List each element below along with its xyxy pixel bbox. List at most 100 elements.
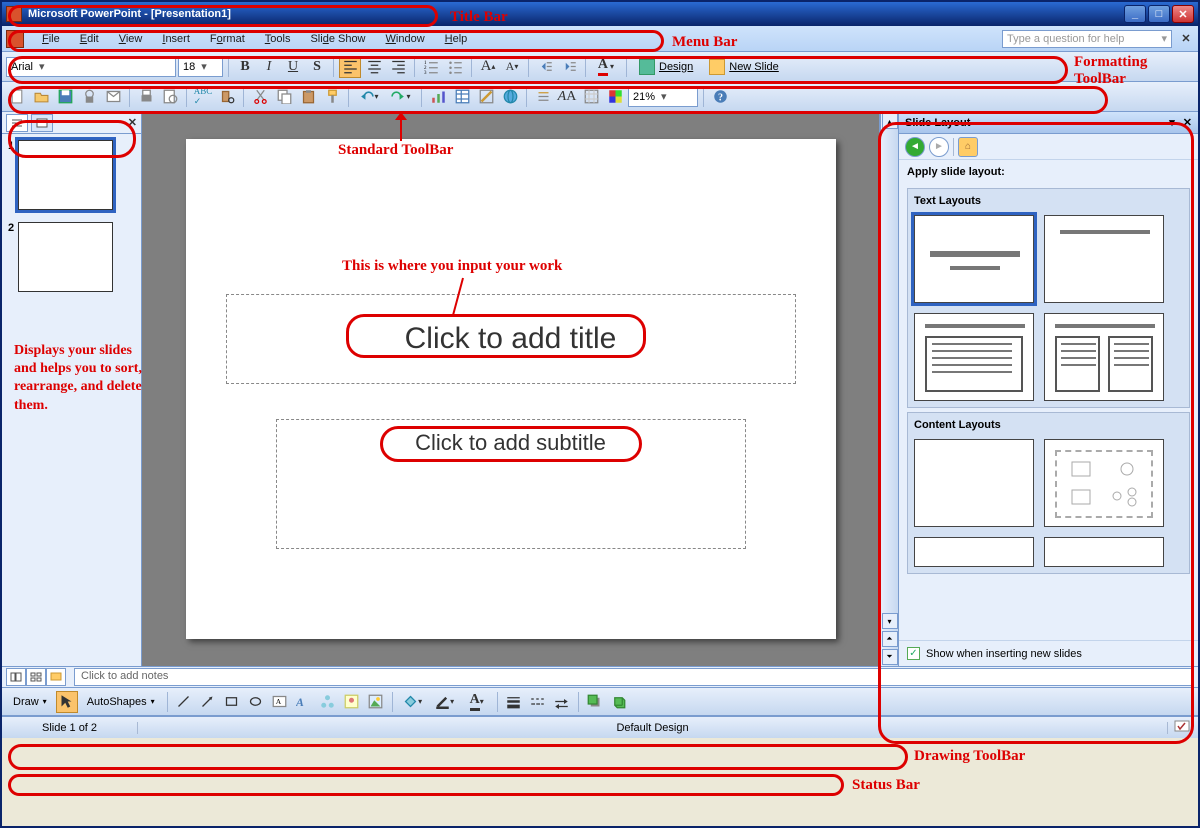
expand-all-button[interactable] (532, 86, 554, 108)
select-objects-button[interactable] (56, 691, 78, 713)
color-button[interactable] (604, 86, 626, 108)
research-button[interactable] (216, 86, 238, 108)
font-combo[interactable]: Arial ▾ (6, 57, 176, 77)
align-center-button[interactable] (363, 56, 385, 78)
menu-window[interactable]: Window (376, 31, 435, 47)
underline-button[interactable]: U (282, 56, 304, 78)
font-size-combo[interactable]: 18 ▾ (178, 57, 223, 77)
undo-button[interactable]: ▾ (354, 86, 384, 108)
slide-thumbnail[interactable]: 1 (2, 134, 141, 216)
dash-style-button[interactable] (527, 691, 549, 713)
wordart-tool[interactable]: A (293, 691, 315, 713)
menu-insert[interactable]: Insert (152, 31, 200, 47)
clipart-tool[interactable] (341, 691, 363, 713)
permission-button[interactable] (78, 86, 100, 108)
increase-font-button[interactable]: A▴ (477, 56, 499, 78)
subtitle-placeholder[interactable]: Click to add subtitle (276, 419, 746, 549)
menu-view[interactable]: View (109, 31, 153, 47)
line-tool[interactable] (173, 691, 195, 713)
tables-borders-button[interactable] (475, 86, 497, 108)
notes-input[interactable]: Click to add notes (74, 668, 1194, 686)
scroll-down-button[interactable]: ▾ (882, 613, 898, 629)
font-color-button[interactable]: A▾ (591, 56, 621, 78)
menu-slideshow[interactable]: Slide Show (300, 31, 375, 47)
show-grid-button[interactable] (580, 86, 602, 108)
paste-button[interactable] (297, 86, 319, 108)
menu-help[interactable]: Help (435, 31, 478, 47)
line-color-button[interactable]: ▾ (430, 691, 460, 713)
scroll-up-button[interactable]: ▴ (882, 113, 898, 129)
textbox-tool[interactable]: A (269, 691, 291, 713)
email-button[interactable] (102, 86, 124, 108)
arrow-style-button[interactable] (551, 691, 573, 713)
3d-style-button[interactable] (608, 691, 630, 713)
print-button[interactable] (135, 86, 157, 108)
close-button[interactable]: ✕ (1172, 5, 1194, 23)
back-button[interactable]: ◄ (905, 137, 925, 157)
draw-menu[interactable]: Draw▾ (6, 691, 54, 713)
help-button[interactable]: ? (709, 86, 731, 108)
layout-content[interactable] (1044, 439, 1164, 527)
autoshapes-menu[interactable]: AutoShapes▾ (80, 691, 162, 713)
layout-title-only[interactable] (1044, 215, 1164, 303)
decrease-indent-button[interactable] (534, 56, 556, 78)
forward-button[interactable]: ► (929, 137, 949, 157)
save-button[interactable] (54, 86, 76, 108)
help-search-box[interactable]: Type a question for help ▾ (1002, 30, 1172, 48)
taskpane-menu-button[interactable]: ▾ (1169, 116, 1175, 129)
picture-tool[interactable] (365, 691, 387, 713)
cut-button[interactable] (249, 86, 271, 108)
font-color-drawing-button[interactable]: A▾ (462, 691, 492, 713)
prev-slide-button[interactable]: ⏶ (882, 631, 898, 647)
spelling-button[interactable]: ABC✓ (192, 86, 214, 108)
menu-tools[interactable]: Tools (255, 31, 301, 47)
slides-tab[interactable] (31, 114, 53, 132)
new-slide-button[interactable]: New Slide (702, 56, 786, 78)
copy-button[interactable] (273, 86, 295, 108)
slideshow-view-button[interactable] (46, 668, 66, 686)
sorter-view-button[interactable] (26, 668, 46, 686)
layout-title-text[interactable] (914, 313, 1034, 401)
diagram-tool[interactable] (317, 691, 339, 713)
show-when-inserting-checkbox[interactable]: ✓ Show when inserting new slides (899, 640, 1198, 666)
fill-color-button[interactable]: ▾ (398, 691, 428, 713)
menu-file[interactable]: File (32, 31, 70, 47)
home-button[interactable]: ⌂ (958, 137, 978, 157)
rectangle-tool[interactable] (221, 691, 243, 713)
align-left-button[interactable] (339, 56, 361, 78)
normal-view-button[interactable] (6, 668, 26, 686)
line-style-button[interactable] (503, 691, 525, 713)
pane-close-button[interactable]: ✕ (128, 116, 137, 129)
next-slide-button[interactable]: ⏷ (882, 649, 898, 665)
shadow-style-button[interactable] (584, 691, 606, 713)
layout-partial[interactable] (1044, 537, 1164, 567)
bold-button[interactable]: B (234, 56, 256, 78)
insert-hyperlink-button[interactable] (499, 86, 521, 108)
new-button[interactable] (6, 86, 28, 108)
taskpane-close-button[interactable]: ✕ (1183, 116, 1192, 129)
increase-indent-button[interactable] (558, 56, 580, 78)
document-close-button[interactable]: ✕ (1178, 32, 1194, 45)
open-button[interactable] (30, 86, 52, 108)
title-placeholder[interactable]: Click to add title (226, 294, 796, 384)
menu-edit[interactable]: Edit (70, 31, 109, 47)
oval-tool[interactable] (245, 691, 267, 713)
vertical-scrollbar[interactable]: ▴ ▾ ⏶ ⏷ (880, 112, 898, 666)
outline-tab[interactable] (6, 114, 28, 132)
layout-title-slide[interactable] (914, 215, 1034, 303)
bullet-list-button[interactable] (444, 56, 466, 78)
app-menu-icon[interactable] (6, 30, 24, 48)
layout-two-column-text[interactable] (1044, 313, 1164, 401)
format-painter-button[interactable] (321, 86, 343, 108)
redo-button[interactable]: ▾ (386, 86, 416, 108)
insert-table-button[interactable] (451, 86, 473, 108)
slide[interactable]: Click to add title Click to add subtitle (186, 139, 836, 639)
show-formatting-button[interactable]: AA (556, 86, 578, 108)
print-preview-button[interactable] (159, 86, 181, 108)
align-right-button[interactable] (387, 56, 409, 78)
layout-partial[interactable] (914, 537, 1034, 567)
italic-button[interactable]: I (258, 56, 280, 78)
numbered-list-button[interactable]: 123 (420, 56, 442, 78)
zoom-combo[interactable]: 21% ▾ (628, 87, 698, 107)
layout-blank[interactable] (914, 439, 1034, 527)
